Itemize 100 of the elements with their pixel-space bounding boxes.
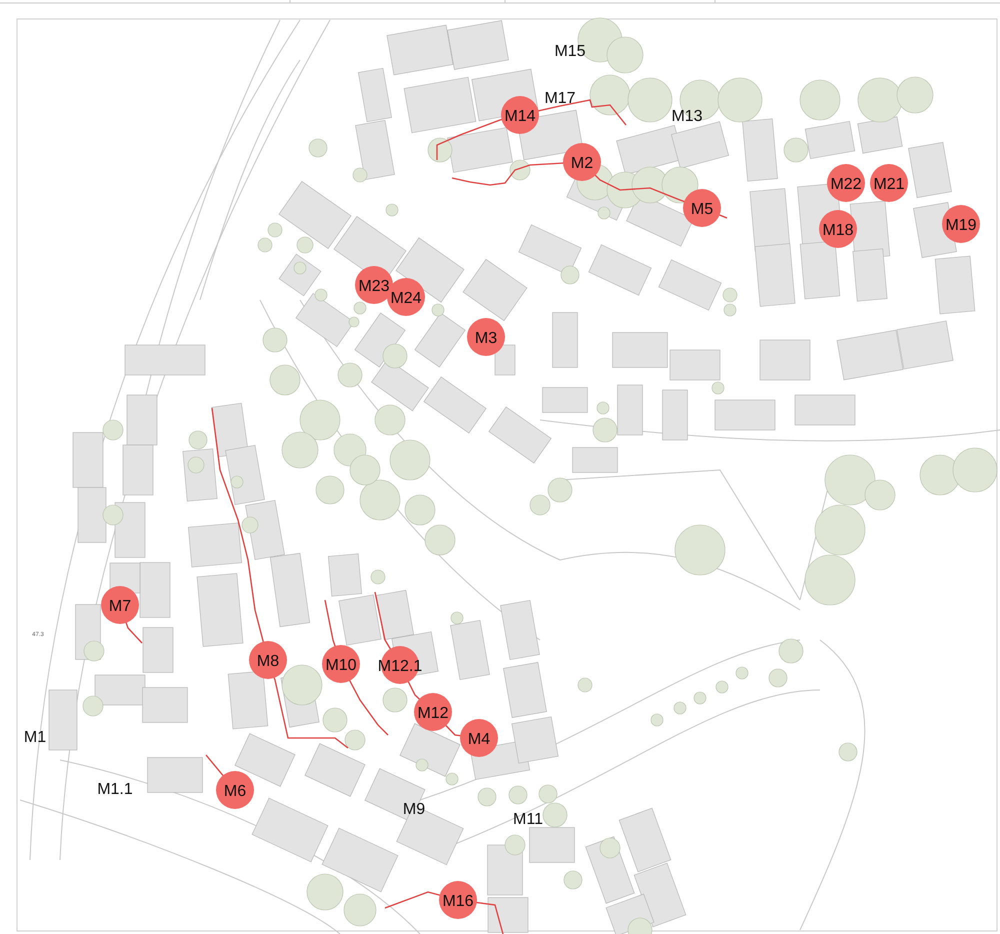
building: [714, 400, 776, 430]
tree: [718, 78, 762, 122]
building: [142, 627, 174, 673]
tree: [102, 504, 124, 526]
building: [800, 240, 840, 300]
map-label: M9: [402, 801, 426, 818]
tree: [804, 554, 856, 606]
tree: [530, 494, 550, 516]
tree: [84, 640, 104, 662]
tree: [592, 418, 618, 442]
tree: [952, 448, 998, 492]
tree: [270, 364, 300, 396]
tree: [296, 236, 314, 254]
tree: [300, 400, 340, 440]
map-marker[interactable]: M21: [870, 164, 908, 202]
map-marker[interactable]: M22: [827, 164, 865, 202]
building: [338, 594, 382, 646]
tree: [352, 168, 368, 182]
tree: [428, 138, 452, 162]
tree: [724, 304, 736, 316]
tree: [334, 434, 366, 466]
map-marker[interactable]: M23: [355, 266, 393, 304]
tree: [542, 802, 568, 828]
building: [742, 118, 778, 182]
building: [662, 390, 688, 440]
building: [94, 674, 146, 706]
building: [188, 522, 242, 568]
map-marker[interactable]: M2: [563, 143, 601, 181]
tree: [308, 138, 328, 158]
map-marker[interactable]: M5: [683, 189, 721, 227]
map-label: M17: [544, 90, 576, 107]
building: [572, 447, 618, 473]
building: [852, 248, 888, 302]
tree: [606, 36, 644, 74]
building: [122, 444, 154, 496]
map-label: M15: [554, 43, 586, 60]
map-marker[interactable]: M3: [467, 318, 505, 356]
tree: [674, 702, 686, 714]
tree: [508, 786, 528, 804]
tree: [628, 78, 672, 122]
map-marker[interactable]: M10: [322, 645, 360, 683]
tree: [258, 238, 272, 252]
tree: [504, 834, 526, 856]
tree: [712, 382, 724, 394]
tree: [350, 454, 380, 486]
tree: [262, 328, 288, 352]
map-marker[interactable]: M12: [414, 693, 452, 731]
tree: [338, 362, 362, 388]
map-marker[interactable]: M19: [942, 205, 980, 243]
tree: [920, 454, 960, 496]
tree: [722, 288, 738, 302]
tree: [628, 918, 652, 934]
tree: [354, 302, 366, 314]
tree: [242, 516, 258, 534]
tree: [538, 784, 558, 804]
tree: [784, 138, 808, 162]
building: [617, 384, 643, 436]
tree: [316, 476, 344, 504]
tree: [322, 708, 348, 732]
tree: [596, 402, 610, 414]
tree: [768, 668, 788, 688]
tree: [282, 432, 318, 468]
tree: [564, 870, 582, 890]
building: [750, 188, 790, 252]
map-marker[interactable]: M6: [216, 771, 254, 809]
tree: [778, 638, 804, 664]
tree: [838, 742, 858, 762]
tree: [432, 304, 444, 316]
tree: [510, 160, 530, 180]
building: [804, 120, 856, 160]
tree: [600, 838, 620, 858]
building: [934, 256, 976, 314]
tree: [662, 166, 698, 204]
tree: [348, 316, 360, 328]
tree: [294, 262, 306, 274]
building: [487, 844, 523, 896]
map-marker[interactable]: M18: [819, 210, 857, 248]
map-marker[interactable]: M8: [249, 641, 287, 679]
building: [48, 690, 78, 750]
tree: [450, 612, 464, 624]
tree: [386, 204, 398, 216]
tree: [344, 894, 376, 926]
map-marker[interactable]: M7: [101, 586, 139, 624]
building: [760, 340, 810, 380]
map-marker[interactable]: M16: [439, 881, 477, 919]
tree: [548, 478, 572, 502]
building: [72, 432, 104, 488]
tree: [82, 696, 104, 716]
tree: [446, 772, 458, 786]
tree: [188, 430, 208, 450]
tree: [282, 664, 322, 706]
map-marker[interactable]: M4: [460, 719, 498, 757]
tree: [230, 476, 244, 488]
tree: [896, 76, 934, 114]
building: [245, 500, 285, 560]
tree: [560, 266, 580, 284]
building: [328, 553, 362, 597]
building: [754, 243, 796, 307]
building: [612, 332, 668, 368]
map-marker[interactable]: M14: [501, 96, 539, 134]
